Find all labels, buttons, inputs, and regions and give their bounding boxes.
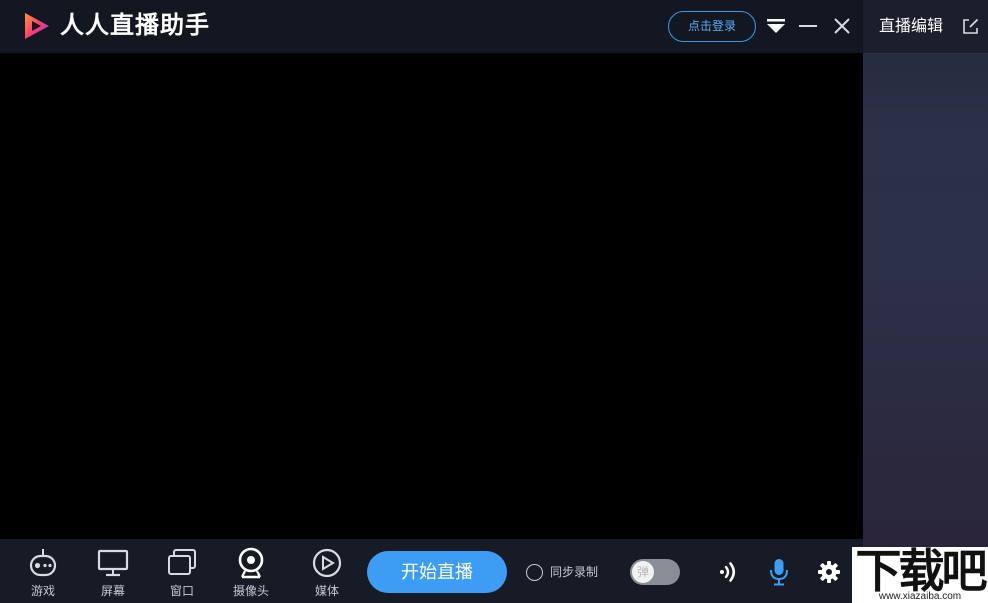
- speaker-icon[interactable]: [716, 559, 742, 585]
- source-screen-button[interactable]: 屏幕: [88, 547, 138, 603]
- watermark-badge: 下载吧 www.xiazaiba.com: [852, 544, 988, 603]
- source-media-label: 媒体: [314, 584, 339, 598]
- source-game-button[interactable]: 游戏: [18, 547, 68, 603]
- login-button[interactable]: 点击登录: [668, 11, 756, 42]
- media-play-icon: [312, 548, 342, 578]
- edit-icon[interactable]: [962, 18, 979, 35]
- watermark-text: 下载吧: [855, 544, 988, 598]
- source-window-label: 窗口: [169, 584, 194, 598]
- watermark-url: www.xiazaiba.com: [878, 591, 962, 602]
- microphone-icon[interactable]: [768, 558, 790, 586]
- settings-gear-icon[interactable]: [817, 560, 841, 584]
- bottom-toolbar: 游戏 屏幕 窗口 摄像头 媒体 开始直播 同步录制 弹: [0, 539, 863, 603]
- gamepad-icon: [29, 549, 57, 577]
- sync-record-label[interactable]: 同步录制: [550, 565, 598, 579]
- source-camera-button[interactable]: 摄像头: [226, 547, 276, 603]
- close-icon[interactable]: [833, 17, 851, 35]
- monitor-icon: [97, 549, 129, 577]
- live-edit-header: 直播编辑: [863, 0, 988, 54]
- source-window-button[interactable]: 窗口: [157, 547, 207, 603]
- danmaku-toggle-knob: 弹: [632, 561, 654, 583]
- live-preview-canvas[interactable]: [0, 53, 863, 539]
- source-camera-label: 摄像头: [232, 584, 269, 598]
- minimize-icon[interactable]: [799, 17, 817, 35]
- source-media-button[interactable]: 媒体: [302, 547, 352, 603]
- source-game-label: 游戏: [30, 584, 55, 598]
- title-bar: 人人直播助手 点击登录: [0, 0, 863, 53]
- live-edit-title: 直播编辑: [879, 18, 944, 35]
- danmaku-toggle[interactable]: 弹: [630, 559, 680, 585]
- sync-record-radio[interactable]: [526, 564, 543, 581]
- live-edit-panel: 直播编辑: [863, 0, 988, 603]
- source-screen-label: 屏幕: [100, 584, 125, 598]
- start-live-button[interactable]: 开始直播: [367, 551, 507, 593]
- app-title: 人人直播助手: [60, 12, 210, 39]
- dropdown-menu-icon[interactable]: [766, 18, 786, 34]
- window-icon: [168, 549, 196, 575]
- app-logo-icon: [25, 13, 49, 39]
- camera-icon: [238, 547, 264, 579]
